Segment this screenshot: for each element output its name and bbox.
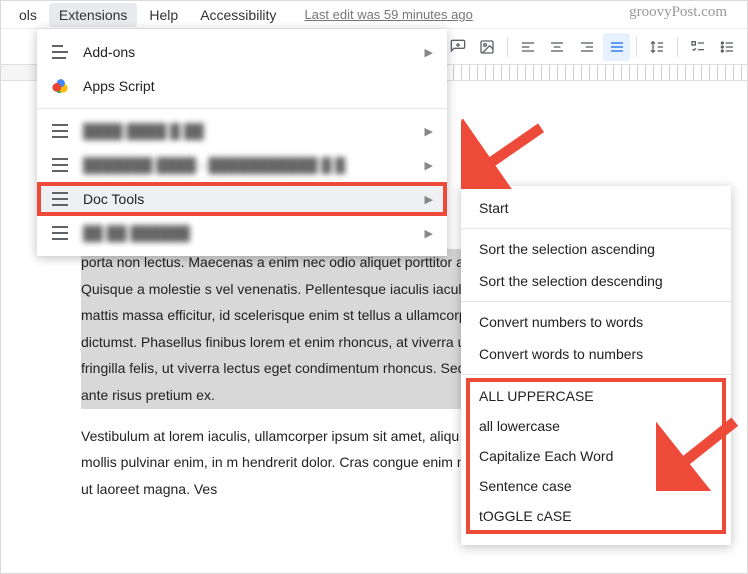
menu-tools-partial[interactable]: ols	[9, 3, 47, 27]
submenu-toggle-case[interactable]: tOGGLE cASE	[467, 501, 725, 531]
menu-addon-blurred[interactable]: ███████ ████ - ███████████ █ █ ▶	[37, 148, 447, 182]
menu-label-blurred: ███████ ████ - ███████████ █ █	[83, 157, 345, 173]
addon-icon	[51, 226, 69, 240]
submenu-words-to-num[interactable]: Convert words to numbers	[461, 338, 731, 370]
menu-separator	[461, 301, 731, 302]
menu-addons-label: Add-ons	[83, 44, 135, 60]
addons-icon	[51, 45, 69, 59]
chevron-right-icon: ▶	[425, 193, 433, 206]
menu-doc-tools[interactable]: Doc Tools ▶	[37, 182, 447, 216]
chevron-right-icon: ▶	[425, 159, 433, 172]
menu-addons[interactable]: Add-ons ▶	[37, 35, 447, 69]
submenu-num-to-words[interactable]: Convert numbers to words	[461, 306, 731, 338]
menu-addon-blurred[interactable]: ████ ████ █ ██ ▶	[37, 114, 447, 148]
doc-tools-submenu: Start Sort the selection ascending Sort …	[461, 186, 731, 545]
annotation-arrow	[461, 119, 551, 189]
last-edit-link[interactable]: Last edit was 59 minutes ago	[304, 7, 472, 22]
bulleted-list-button[interactable]	[713, 33, 741, 61]
chevron-right-icon: ▶	[425, 125, 433, 138]
submenu-start[interactable]: Start	[461, 192, 731, 224]
align-center-button[interactable]	[543, 33, 571, 61]
menu-apps-script[interactable]: Apps Script	[37, 69, 447, 103]
toolbar-separator	[677, 37, 678, 57]
toolbar-separator	[636, 37, 637, 57]
menu-label-blurred: ██ ██ ██████	[83, 225, 190, 241]
chevron-right-icon: ▶	[425, 227, 433, 240]
menu-accessibility[interactable]: Accessibility	[190, 3, 286, 27]
insert-image-button[interactable]	[473, 33, 501, 61]
addon-icon	[51, 192, 69, 206]
submenu-sort-asc[interactable]: Sort the selection ascending	[461, 233, 731, 265]
menu-help[interactable]: Help	[139, 3, 188, 27]
align-left-button[interactable]	[514, 33, 542, 61]
line-spacing-button[interactable]	[643, 33, 671, 61]
menu-extensions[interactable]: Extensions	[49, 3, 137, 27]
addon-icon	[51, 124, 69, 138]
addon-icon	[51, 158, 69, 172]
checklist-button[interactable]	[684, 33, 712, 61]
chevron-right-icon: ▶	[425, 46, 433, 59]
menu-separator	[37, 108, 447, 109]
menu-doc-tools-label: Doc Tools	[83, 191, 144, 207]
add-comment-button[interactable]	[444, 33, 472, 61]
align-justify-button[interactable]	[603, 33, 631, 61]
submenu-all-uppercase[interactable]: ALL UPPERCASE	[467, 381, 725, 411]
apps-script-icon	[51, 79, 69, 93]
extensions-dropdown: Add-ons ▶ Apps Script ████ ████ █ ██ ▶ █…	[37, 29, 447, 256]
menu-separator	[461, 374, 731, 375]
watermark: groovyPost.com	[629, 4, 727, 21]
menu-label-blurred: ████ ████ █ ██	[83, 123, 204, 139]
toolbar-separator	[507, 37, 508, 57]
menu-apps-script-label: Apps Script	[83, 78, 155, 94]
submenu-sort-desc[interactable]: Sort the selection descending	[461, 265, 731, 297]
align-right-button[interactable]	[573, 33, 601, 61]
menu-separator	[461, 228, 731, 229]
annotation-arrow	[656, 411, 746, 491]
menu-addon-blurred[interactable]: ██ ██ ██████ ▶	[37, 216, 447, 250]
